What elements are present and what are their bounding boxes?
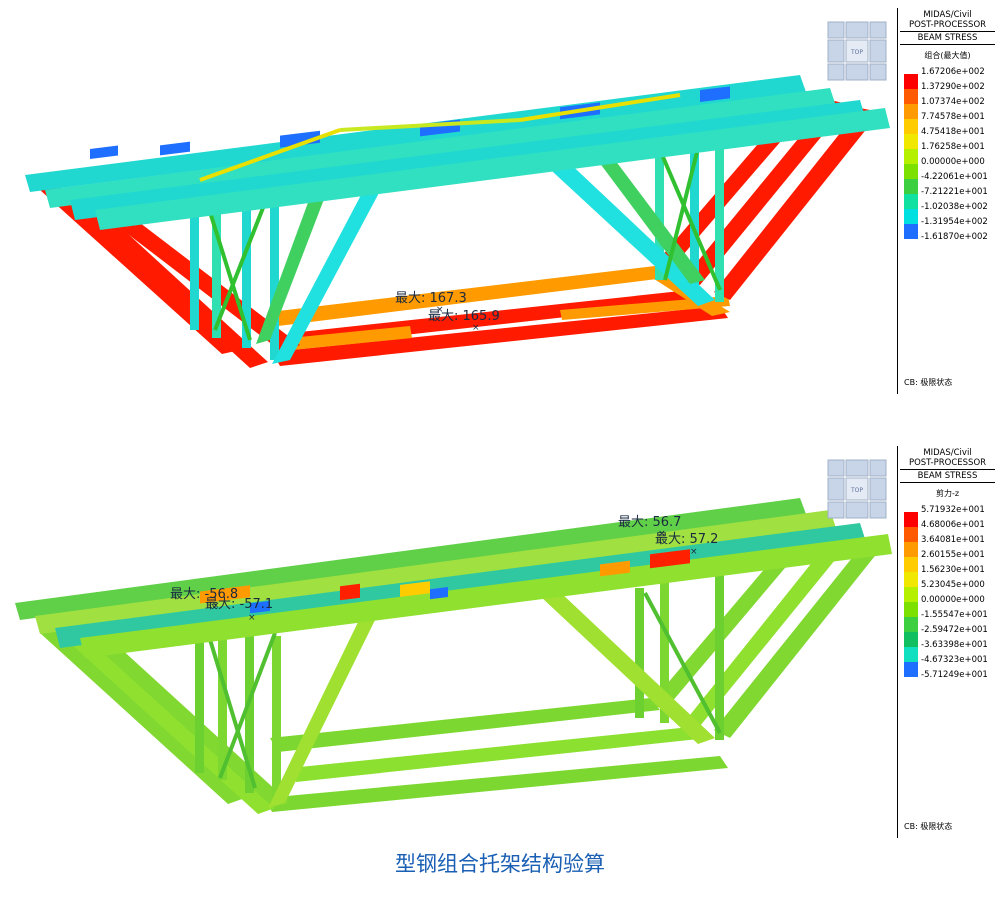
legend-value: 4.68006e+001	[921, 520, 985, 530]
legend-row: -3.63398e+001	[904, 640, 997, 662]
load-combination: CB: 极限状态	[904, 378, 953, 387]
legend-value: -2.59472e+001	[921, 625, 988, 635]
color-scale: 5.71932e+001 4.68006e+001 3.64081e+001 2.60…	[904, 505, 997, 685]
legend-value: 1.56230e+001	[921, 565, 985, 575]
legend-row: -1.02038e+002	[904, 202, 997, 224]
truss-model-view[interactable]: 最大: 56.7 最大: 57.2 最大: -56.8 最大: -57.1 × …	[0, 438, 900, 848]
max-marker: ×	[690, 547, 698, 557]
legend-row: 5.71932e+001	[904, 505, 997, 527]
legend-subtitle: POST-PROCESSOR	[908, 458, 987, 468]
max-marker: ×	[658, 529, 666, 539]
legend-value: 1.67206e+002	[921, 67, 985, 77]
max-marker: ×	[436, 305, 444, 315]
stress-legend: MIDAS/Civil POST-PROCESSOR BEAM STRESS 剪…	[897, 446, 997, 838]
view-cube[interactable]: TOP	[826, 20, 888, 82]
figure-caption: 型钢组合托架结构验算	[395, 852, 605, 876]
legend-value: 0.00000e+000	[921, 595, 985, 605]
vertical-post	[272, 636, 281, 806]
vertical-post	[218, 620, 227, 780]
vertical-post	[635, 588, 644, 718]
inclined-strut	[714, 548, 878, 738]
legend-title: MIDAS/Civil	[923, 448, 972, 458]
legend-row: 4.75418e+001	[904, 127, 997, 149]
legend-value: -5.71249e+001	[921, 670, 988, 680]
legend-value: -1.02038e+002	[921, 202, 988, 212]
legend-value: 7.74578e+001	[921, 112, 985, 122]
truss-model-view[interactable]: 最大: 167.3 最大: 165.9 × ×	[0, 0, 900, 420]
legend-row: -1.31954e+002	[904, 217, 997, 239]
legend-value: 1.76258e+001	[921, 142, 985, 152]
legend-value: -1.55547e+001	[921, 610, 988, 620]
legend-row: -5.71249e+001	[904, 670, 997, 685]
legend-row: -7.21221e+001	[904, 187, 997, 209]
legend-row: 2.60155e+001	[904, 550, 997, 572]
legend-row: 4.68006e+001	[904, 520, 997, 542]
load-combination: CB: 极限状态	[904, 822, 953, 831]
view-cube[interactable]: TOP	[826, 458, 888, 520]
legend-value: -4.67323e+001	[921, 655, 988, 665]
legend-row: 1.76258e+001	[904, 142, 997, 164]
legend-value: -1.31954e+002	[921, 217, 988, 227]
stress-panel-shear: 最大: 56.7 最大: 57.2 最大: -56.8 最大: -57.1 × …	[0, 438, 1000, 848]
max-marker: ×	[248, 613, 256, 623]
inclined-strut	[70, 638, 275, 814]
legend-row: 5.23045e+000	[904, 580, 997, 602]
legend-title: MIDAS/Civil	[923, 10, 972, 20]
legend-row: 1.56230e+001	[904, 565, 997, 587]
view-cube-label: TOP	[850, 49, 863, 56]
max-value-label: 最大: 56.7	[618, 515, 681, 530]
legend-result-type: BEAM STRESS	[917, 471, 978, 481]
stress-legend: MIDAS/Civil POST-PROCESSOR BEAM STRESS 组…	[897, 8, 997, 394]
legend-component: 组合(最大值)	[924, 51, 971, 60]
max-marker: ×	[212, 601, 220, 611]
legend-value: -3.63398e+001	[921, 640, 988, 650]
legend-row: 0.00000e+000	[904, 595, 997, 617]
legend-value: 0.00000e+000	[921, 157, 985, 167]
legend-value: -7.21221e+001	[921, 187, 988, 197]
color-scale: 1.67206e+002 1.37290e+002 1.07374e+002 7.74…	[904, 67, 997, 247]
legend-value: 5.71932e+001	[921, 505, 985, 515]
legend-result-type: BEAM STRESS	[917, 33, 978, 43]
view-cube-label: TOP	[850, 487, 863, 494]
legend-row: -1.61870e+002	[904, 232, 997, 247]
legend-value: 5.23045e+000	[921, 580, 985, 590]
legend-row: 3.64081e+001	[904, 535, 997, 557]
legend-value: 3.64081e+001	[921, 535, 985, 545]
legend-component: 剪力-z	[935, 489, 960, 498]
legend-row: -4.22061e+001	[904, 172, 997, 194]
max-value-label: 最大: 167.3	[395, 291, 467, 306]
legend-value: 1.37290e+002	[921, 82, 985, 92]
stress-panel-combined: 最大: 167.3 最大: 165.9 × × TOP MIDAS/Civil …	[0, 0, 1000, 420]
legend-row: -4.67323e+001	[904, 655, 997, 677]
legend-value: 4.75418e+001	[921, 127, 985, 137]
legend-row: 1.67206e+002	[904, 67, 997, 89]
legend-value: 2.60155e+001	[921, 550, 985, 560]
legend-subtitle: POST-PROCESSOR	[908, 20, 987, 30]
legend-row: 1.37290e+002	[904, 82, 997, 104]
legend-row: 7.74578e+001	[904, 112, 997, 134]
legend-row: 1.07374e+002	[904, 97, 997, 119]
legend-value: -1.61870e+002	[921, 232, 988, 242]
legend-row: -1.55547e+001	[904, 610, 997, 632]
legend-value: 1.07374e+002	[921, 97, 985, 107]
vertical-post	[715, 570, 724, 740]
legend-row: -2.59472e+001	[904, 625, 997, 647]
legend-value: -4.22061e+001	[921, 172, 988, 182]
max-marker: ×	[472, 323, 480, 333]
legend-row: 0.00000e+000	[904, 157, 997, 179]
